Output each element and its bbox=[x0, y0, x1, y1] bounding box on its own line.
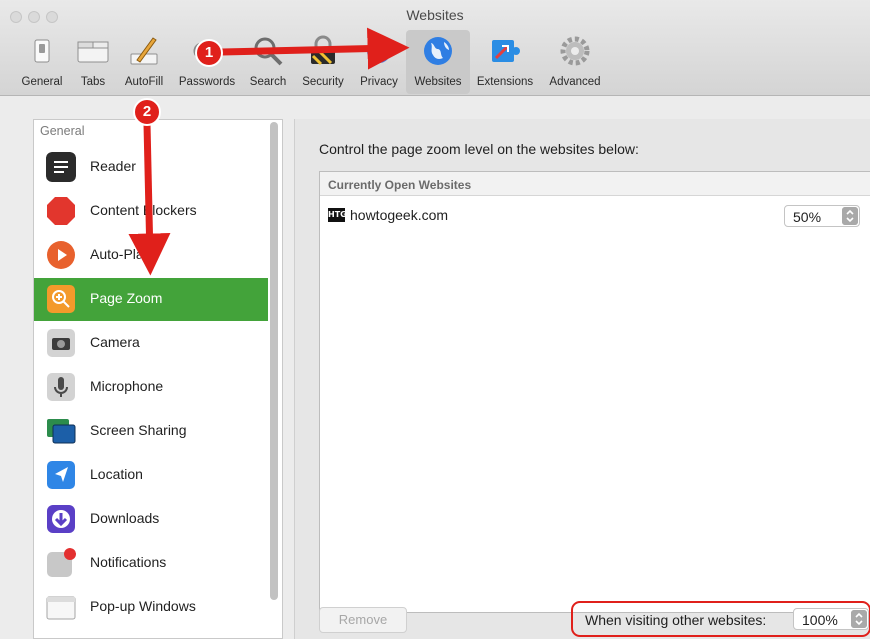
tab-search[interactable]: Search bbox=[244, 30, 292, 94]
tab-extensions[interactable]: Extensions bbox=[472, 30, 538, 94]
site-zoom-select[interactable]: 50% bbox=[784, 205, 860, 227]
up-down-arrows-icon bbox=[842, 207, 858, 225]
notifications-icon bbox=[47, 548, 76, 577]
sidebar-item-label: Pop-up Windows bbox=[90, 598, 196, 614]
tab-search-label: Search bbox=[249, 76, 287, 88]
tab-autofill[interactable]: AutoFill bbox=[118, 30, 170, 94]
sidebar-item-screen-sharing[interactable]: Screen Sharing bbox=[34, 410, 268, 453]
download-icon bbox=[47, 505, 75, 533]
other-websites-zoom-select[interactable]: 100% bbox=[793, 608, 869, 630]
other-websites-highlight: When visiting other websites: 100% bbox=[571, 601, 870, 637]
tab-general[interactable]: General bbox=[16, 30, 68, 94]
tab-security[interactable]: Security bbox=[294, 30, 352, 94]
globe-icon bbox=[424, 37, 452, 65]
microphone-icon bbox=[47, 373, 75, 401]
sidebar-item-page-zoom[interactable]: Page Zoom bbox=[34, 278, 268, 321]
sidebar-item-notifications[interactable]: Notifications bbox=[34, 542, 268, 585]
tab-websites[interactable]: Websites bbox=[406, 30, 470, 94]
sidebar-item-label: Microphone bbox=[90, 378, 164, 394]
other-websites-zoom-value: 100% bbox=[802, 612, 838, 628]
sidebar-item-reader[interactable]: Reader bbox=[34, 146, 268, 189]
htg-favicon-icon: HTG bbox=[328, 208, 347, 222]
sidebar-item-content-blockers[interactable]: Content Blockers bbox=[34, 190, 268, 233]
table-header: Currently Open Websites bbox=[320, 172, 870, 196]
popup-window-icon bbox=[46, 596, 76, 620]
step-1-badge: 1 bbox=[195, 39, 223, 67]
puzzle-icon bbox=[492, 40, 520, 62]
sidebar-item-pop-up-windows[interactable]: Pop-up Windows bbox=[34, 586, 268, 629]
stop-octagon-icon bbox=[47, 197, 75, 225]
sidebar-item-microphone[interactable]: Microphone bbox=[34, 366, 268, 409]
page-zoom-panel: Control the page zoom level on the websi… bbox=[294, 119, 870, 639]
table-row[interactable]: HTG howtogeek.com 50% bbox=[320, 202, 870, 230]
site-name: howtogeek.com bbox=[350, 207, 449, 223]
other-websites-label: When visiting other websites: bbox=[585, 612, 767, 628]
location-arrow-icon bbox=[47, 461, 75, 489]
sidebar: General Reader Content Blockers Auto-Pla… bbox=[33, 119, 283, 639]
tab-security-label: Security bbox=[302, 76, 344, 88]
up-down-arrows-icon bbox=[851, 610, 867, 628]
sidebar-header: General bbox=[40, 124, 85, 138]
sidebar-scroll-thumb[interactable] bbox=[270, 122, 278, 600]
tab-websites-label: Websites bbox=[414, 76, 462, 88]
sidebar-item-label: Page Zoom bbox=[90, 290, 163, 306]
play-icon bbox=[47, 241, 75, 269]
gear-icon bbox=[560, 36, 590, 66]
sidebar-item-downloads[interactable]: Downloads bbox=[34, 498, 268, 541]
instruction-text: Control the page zoom level on the websi… bbox=[319, 141, 639, 157]
zoom-icon bbox=[47, 285, 75, 313]
remove-button[interactable]: Remove bbox=[319, 607, 407, 633]
sidebar-item-auto-play[interactable]: Auto-Play bbox=[34, 234, 268, 277]
step-2-badge: 2 bbox=[133, 98, 161, 126]
tab-passwords-label: Passwords bbox=[178, 76, 236, 88]
window-title: Websites bbox=[406, 7, 464, 23]
tab-privacy[interactable]: Privacy bbox=[354, 30, 404, 94]
sidebar-item-camera[interactable]: Camera bbox=[34, 322, 268, 365]
camera-icon bbox=[47, 329, 75, 357]
sidebar-scrollbar[interactable] bbox=[270, 122, 280, 612]
sidebar-item-label: Downloads bbox=[90, 510, 160, 526]
sidebar-item-label: Content Blockers bbox=[90, 202, 197, 218]
pencil-form-icon bbox=[130, 37, 158, 65]
open-websites-table: Currently Open Websites HTG howtogeek.co… bbox=[319, 171, 870, 613]
tab-tabs[interactable]: Tabs bbox=[72, 30, 114, 94]
tab-advanced-label: Advanced bbox=[549, 76, 601, 88]
sidebar-item-label: Camera bbox=[90, 334, 140, 350]
tab-tabs-label: Tabs bbox=[80, 76, 106, 88]
window-titlebar: Websites General Tabs AutoFill Passwords bbox=[0, 0, 870, 96]
site-zoom-value: 50% bbox=[793, 209, 822, 225]
toggle-switch-icon bbox=[34, 39, 50, 63]
tab-advanced[interactable]: Advanced bbox=[540, 30, 610, 94]
sidebar-item-label: Reader bbox=[90, 158, 136, 174]
tab-privacy-label: Privacy bbox=[360, 76, 398, 88]
sidebar-item-label: Location bbox=[90, 466, 143, 482]
lock-shield-icon bbox=[311, 35, 335, 66]
tab-extensions-label: Extensions bbox=[476, 76, 534, 88]
sidebar-item-label: Auto-Play bbox=[90, 246, 151, 262]
tab-autofill-label: AutoFill bbox=[124, 76, 164, 88]
sidebar-item-location[interactable]: Location bbox=[34, 454, 268, 497]
sidebar-item-label: Notifications bbox=[90, 554, 167, 570]
hand-icon bbox=[367, 39, 391, 63]
sidebar-item-label: Screen Sharing bbox=[90, 422, 187, 438]
reader-icon bbox=[46, 152, 76, 182]
tabs-icon bbox=[77, 41, 109, 63]
magnifier-icon bbox=[254, 37, 283, 66]
screen-sharing-icon bbox=[47, 419, 76, 444]
tab-general-label: General bbox=[21, 76, 63, 88]
